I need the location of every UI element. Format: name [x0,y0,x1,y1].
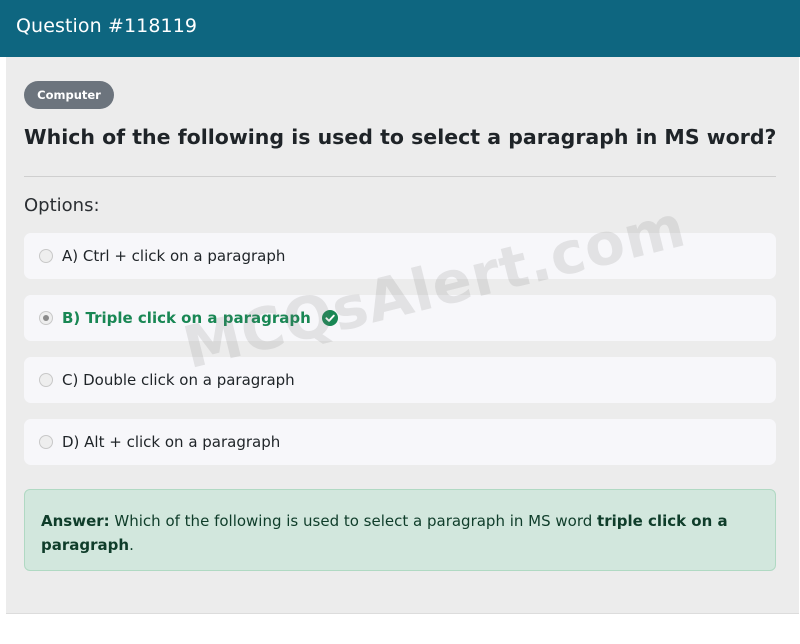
option-label: D) Alt + click on a paragraph [62,433,281,451]
option-label: C) Double click on a paragraph [62,371,295,389]
option-label: A) Ctrl + click on a paragraph [62,247,286,265]
answer-text: Which of the following is used to select… [109,512,598,530]
page-header: Question #118119 [0,0,800,57]
answer-suffix: . [129,536,134,554]
answer-prefix: Answer: [41,512,110,530]
answer-box: Answer: Which of the following is used t… [24,489,776,571]
options-heading: Options: [24,195,100,216]
option-d[interactable]: D) Alt + click on a paragraph [24,419,776,465]
option-label: B) Triple click on a paragraph [62,309,311,327]
radio-button[interactable] [39,435,53,449]
category-badge[interactable]: Computer [24,81,114,109]
divider [24,176,776,177]
option-c[interactable]: C) Double click on a paragraph [24,357,776,403]
radio-button-selected[interactable] [39,311,53,325]
check-circle-icon [321,310,338,326]
question-number-title: Question #118119 [16,15,198,37]
radio-button[interactable] [39,373,53,387]
option-a[interactable]: A) Ctrl + click on a paragraph [24,233,776,279]
radio-button[interactable] [39,249,53,263]
option-b[interactable]: B) Triple click on a paragraph [24,295,776,341]
question-text: Which of the following is used to select… [24,125,777,149]
